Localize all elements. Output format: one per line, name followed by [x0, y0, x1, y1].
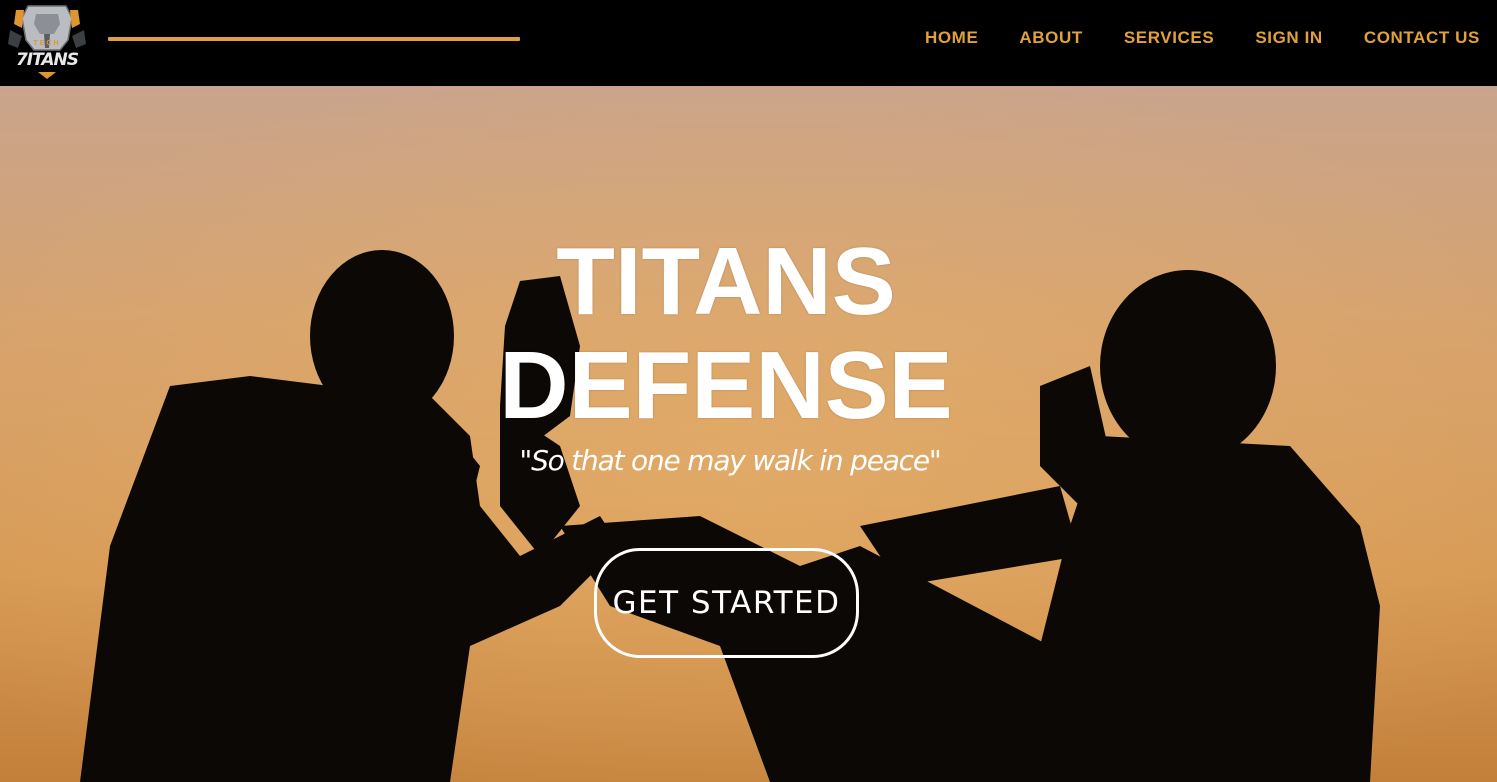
hero-section: TITANS DEFENSE "So that one may walk in …	[0, 86, 1497, 782]
nav-signin-link[interactable]: SIGN IN	[1255, 28, 1323, 48]
nav-home-link[interactable]: HOME	[925, 28, 978, 48]
hero-title-line1: TITANS	[556, 228, 896, 335]
logo-subtext: TECH	[33, 40, 61, 47]
logo-text: 7ITANS	[15, 50, 79, 70]
nav-about-link[interactable]: ABOUT	[1019, 28, 1082, 48]
nav-contact-link[interactable]: CONTACT US	[1364, 28, 1480, 48]
accent-divider	[108, 37, 520, 41]
hero-title-line2: DEFENSE	[499, 332, 953, 439]
hero-tagline: "So that one may walk in peace"	[519, 444, 941, 477]
get-started-button[interactable]: GET STARTED	[594, 548, 859, 658]
hero-title: TITANS DEFENSE	[426, 230, 1026, 438]
nav-menu: HOME ABOUT SERVICES SIGN IN CONTACT US	[925, 28, 1480, 48]
nav-services-link[interactable]: SERVICES	[1124, 28, 1214, 48]
brand-logo[interactable]: TECH 7ITANS	[2, 0, 92, 82]
navbar: TECH 7ITANS HOME ABOUT SERVICES SIGN IN …	[0, 0, 1497, 86]
hero-content: TITANS DEFENSE "So that one may walk in …	[0, 86, 1497, 782]
